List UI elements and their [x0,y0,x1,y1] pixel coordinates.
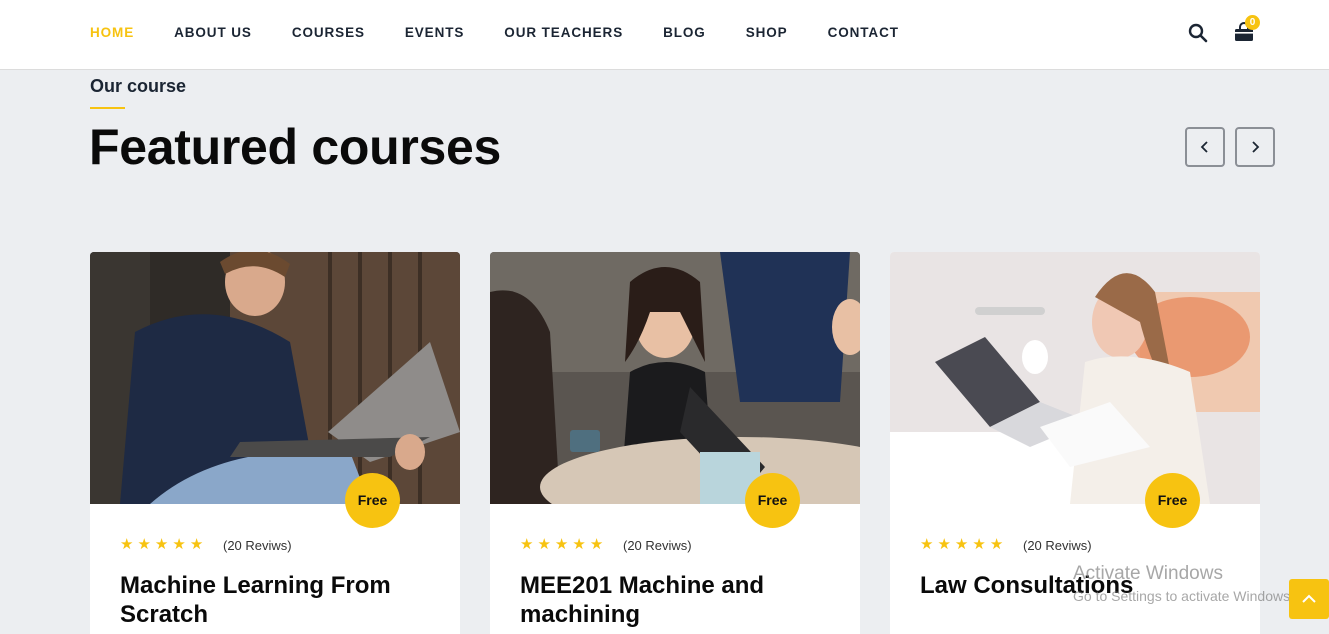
course-card[interactable]: Free ★ ★ ★ ★ ★ (20 Reviws) Machine Learning … [90,252,460,634]
course-title[interactable]: MEE201 Machine and machining [520,571,840,629]
star-icon: ★ [989,536,1004,553]
section-subtitle: Our course [90,76,187,96]
carousel-next-button[interactable] [1235,127,1275,167]
star-icon: ★ [154,536,169,553]
section-title: Featured courses [89,119,502,175]
chevron-right-icon [1252,141,1260,153]
star-icon: ★ [937,536,951,553]
star-icon: ★ [972,536,986,553]
star-icon: ★ [537,536,551,553]
star-icon: ★ [172,536,186,553]
star-icon: ★ [137,536,151,553]
cart-count-badge: 0 [1245,15,1260,30]
star-icon: ★ [120,536,134,553]
course-title[interactable]: Machine Learning From Scratch [120,571,440,629]
nav-item-contact[interactable]: CONTACT [828,25,899,41]
star-icon: ★ [554,536,569,553]
search-icon[interactable] [1188,23,1208,43]
nav-item-home[interactable]: HOME [90,25,134,41]
top-navbar: HOME ABOUT US COURSES EVENTS OUR TEACHER… [0,0,1329,70]
review-count: (20 Reviws) [223,538,292,553]
star-icon: ★ [589,536,604,553]
star-icon: ★ [954,536,969,553]
windows-activation-watermark-title: Activate Windows [1073,563,1223,584]
price-badge: Free [345,473,400,528]
course-image[interactable] [90,252,460,504]
nav-item-about-us[interactable]: ABOUT US [174,25,252,41]
chevron-left-icon [1200,141,1208,153]
subtitle-underline [90,107,125,109]
nav-item-events[interactable]: EVENTS [405,25,464,41]
nav-item-our-teachers[interactable]: OUR TEACHERS [504,25,623,41]
carousel-prev-button[interactable] [1185,127,1225,167]
rating-stars: ★ ★ ★ ★ ★ [120,537,207,553]
star-icon: ★ [520,536,534,553]
nav-item-courses[interactable]: COURSES [292,25,365,41]
nav-item-blog[interactable]: BLOG [663,25,706,41]
main-menu: HOME ABOUT US COURSES EVENTS OUR TEACHER… [90,25,939,41]
price-badge: Free [745,473,800,528]
course-image[interactable] [890,252,1260,504]
price-badge: Free [1145,473,1200,528]
review-count: (20 Reviws) [1023,538,1092,553]
rating-stars: ★ ★ ★ ★ ★ [520,537,607,553]
star-icon: ★ [572,536,586,553]
star-icon: ★ [189,536,204,553]
chevron-up-icon [1302,594,1316,603]
star-icon: ★ [920,536,934,553]
windows-activation-watermark-text: Go to Settings to activate Windows. [1073,588,1294,604]
nav-item-shop[interactable]: SHOP [746,25,788,41]
course-card[interactable]: Free ★ ★ ★ ★ ★ (20 Reviws) MEE201 Machine an… [490,252,860,634]
rating-stars: ★ ★ ★ ★ ★ [920,537,1007,553]
review-count: (20 Reviws) [623,538,692,553]
scroll-to-top-button[interactable] [1289,579,1329,619]
course-image[interactable] [490,252,860,504]
